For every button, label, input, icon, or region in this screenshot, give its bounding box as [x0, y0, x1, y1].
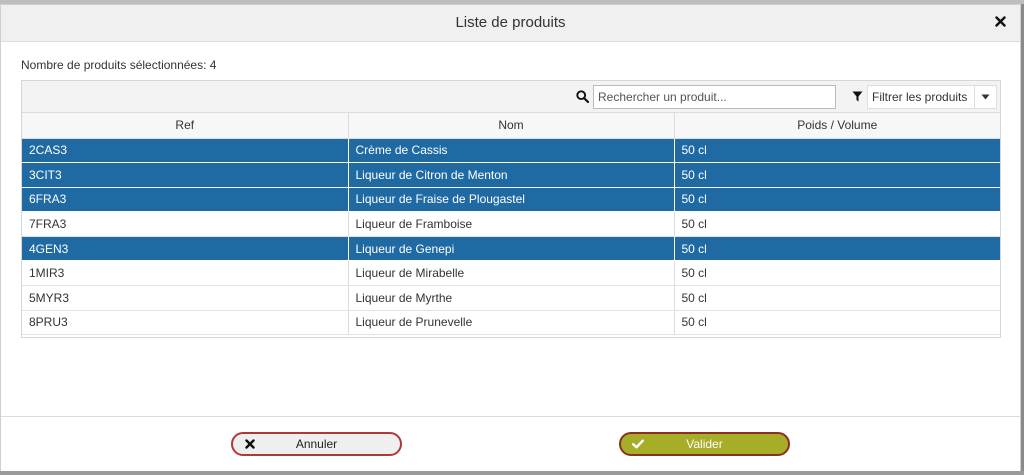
- cell-ref: 1MIR3: [22, 260, 349, 287]
- cell-ref: 4GEN3: [22, 236, 349, 262]
- cell-nom: Liqueur de Myrthe: [348, 285, 675, 311]
- cell-poids: 50 cl: [674, 236, 1000, 262]
- modal-header: Liste de produits: [1, 5, 1020, 42]
- cell-poids: 50 cl: [674, 260, 1000, 287]
- close-button[interactable]: [995, 15, 1006, 30]
- table-row[interactable]: 3CIT3 Liqueur de Citron de Menton 50 cl: [22, 162, 1000, 188]
- cell-poids: 50 cl: [674, 162, 1000, 188]
- cell-poids: 50 cl: [674, 138, 1000, 164]
- table-header-row: Ref Nom Poids / Volume: [22, 113, 1000, 139]
- table-row[interactable]: 6FRA3 Liqueur de Fraise de Plougastel 50…: [22, 187, 1000, 213]
- table-toolbar: Filtrer les produits: [22, 81, 1000, 113]
- cell-nom: Liqueur de Prunevelle: [348, 310, 675, 336]
- filter-caret-button[interactable]: [974, 86, 996, 108]
- modal-title: Liste de produits: [455, 14, 566, 31]
- cell-nom: Liqueur de Citron de Menton: [348, 162, 675, 188]
- table-row[interactable]: 1MIR3 Liqueur de Mirabelle 50 cl: [22, 260, 1000, 287]
- check-icon: [621, 439, 655, 449]
- column-header-ref[interactable]: Ref: [22, 113, 349, 139]
- cancel-label: Annuler: [295, 437, 338, 451]
- cell-nom: Liqueur de Genepi: [348, 236, 675, 262]
- table-row[interactable]: 2CAS3 Crème de Cassis 50 cl: [22, 138, 1000, 164]
- column-header-nom[interactable]: Nom: [348, 113, 675, 139]
- table-row[interactable]: 7FRA3 Liqueur de Framboise 50 cl: [22, 211, 1000, 237]
- filter-dropdown[interactable]: Filtrer les produits: [867, 85, 997, 109]
- product-table-panel: Filtrer les produits Ref Nom Poids / Vol…: [21, 80, 1001, 338]
- cell-nom: Liqueur de Mirabelle: [348, 260, 675, 287]
- backdrop-bottom: [0, 471, 1024, 475]
- cell-ref: 7FRA3: [22, 211, 349, 237]
- search-input[interactable]: [593, 85, 836, 109]
- x-icon: [233, 439, 267, 449]
- filter-icon: [852, 91, 863, 102]
- cell-nom: Crème de Cassis: [348, 138, 675, 164]
- table-row[interactable]: 8PRU3 Liqueur de Prunevelle 50 cl: [22, 310, 1000, 336]
- cell-poids: 50 cl: [674, 211, 1000, 237]
- product-list-modal: Liste de produits Nombre de produits sél…: [0, 4, 1021, 471]
- cell-ref: 8PRU3: [22, 310, 349, 336]
- validate-button[interactable]: Valider: [619, 432, 790, 456]
- table-row[interactable]: 4GEN3 Liqueur de Genepi 50 cl: [22, 236, 1000, 262]
- validate-label: Valider: [686, 437, 723, 451]
- table-row[interactable]: 5MYR3 Liqueur de Myrthe 50 cl: [22, 285, 1000, 311]
- filter-label: Filtrer les produits: [872, 90, 968, 104]
- product-table: Ref Nom Poids / Volume 2CAS3 Crème de Ca…: [22, 113, 1000, 336]
- cell-poids: 50 cl: [674, 285, 1000, 311]
- cell-ref: 6FRA3: [22, 187, 349, 213]
- cancel-button[interactable]: Annuler: [231, 432, 402, 456]
- modal-footer: Annuler Valider: [1, 416, 1020, 471]
- cell-ref: 3CIT3: [22, 162, 349, 188]
- cell-ref: 2CAS3: [22, 138, 349, 164]
- cell-ref: 5MYR3: [22, 285, 349, 311]
- cell-nom: Liqueur de Framboise: [348, 211, 675, 237]
- cell-poids: 50 cl: [674, 310, 1000, 336]
- search-icon: [576, 90, 589, 103]
- selected-count: Nombre de produits sélectionnées: 4: [21, 58, 217, 72]
- cell-poids: 50 cl: [674, 187, 1000, 213]
- caret-down-icon: [981, 94, 990, 100]
- cell-nom: Liqueur de Fraise de Plougastel: [348, 187, 675, 213]
- close-icon: [995, 16, 1006, 27]
- column-header-poids[interactable]: Poids / Volume: [674, 113, 1000, 139]
